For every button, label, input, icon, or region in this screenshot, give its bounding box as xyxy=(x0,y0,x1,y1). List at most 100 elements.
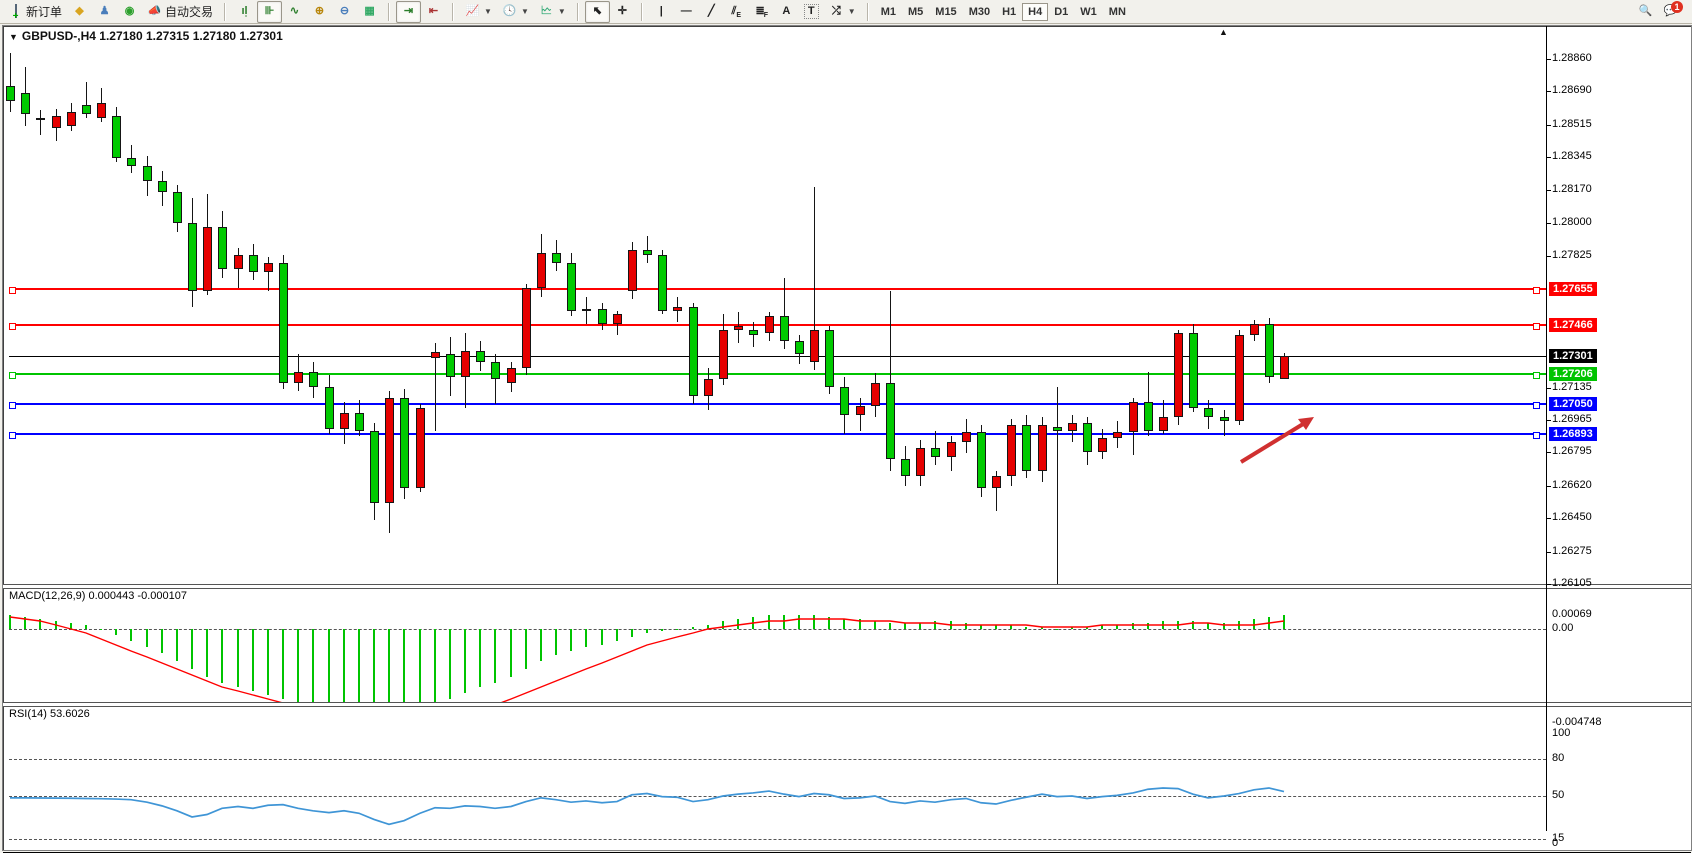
timeframe-d1[interactable]: D1 xyxy=(1048,3,1074,21)
autotrading-button[interactable]: 📣 自动交易 xyxy=(142,1,218,23)
timeframe-h4[interactable]: H4 xyxy=(1022,3,1048,21)
price-tick xyxy=(1546,91,1551,92)
price-axis-label: 1.26620 xyxy=(1552,479,1592,491)
level-handle[interactable] xyxy=(1533,287,1540,294)
text-button[interactable]: A xyxy=(774,1,799,23)
level-handle[interactable] xyxy=(9,402,16,409)
tile-windows-button[interactable]: ▦ xyxy=(357,1,382,23)
level-line-1.27301[interactable] xyxy=(9,356,1546,357)
timeframe-m30[interactable]: M30 xyxy=(963,3,996,21)
vertical-line-icon: | xyxy=(654,4,669,19)
macd-pane[interactable]: MACD(12,26,9) 0.000443 -0.000107 xyxy=(3,588,1546,702)
level-handle[interactable] xyxy=(9,372,16,379)
zoom-out-button[interactable]: ⊖ xyxy=(332,1,357,23)
candle-body xyxy=(158,181,167,192)
indicators-icon: 📈 xyxy=(465,4,480,19)
bar-chart-button[interactable]: ıl̩ xyxy=(232,1,257,23)
level-line-1.27050[interactable] xyxy=(9,403,1546,405)
fibonacci-button[interactable]: ≣F xyxy=(749,1,774,23)
auto-scroll-button[interactable]: ⇥ xyxy=(396,1,421,23)
chat-button[interactable]: 💬1 xyxy=(1658,1,1683,23)
zoom-in-button[interactable]: ⊕ xyxy=(307,1,332,23)
candle-body xyxy=(1038,425,1047,471)
vertical-line-button[interactable]: | xyxy=(649,1,674,23)
zoom-out-icon: ⊖ xyxy=(337,4,352,19)
candlestick-chart-button[interactable]: ⊪ xyxy=(257,1,282,23)
level-line-1.27655[interactable] xyxy=(9,288,1546,290)
timeframe-m1[interactable]: M1 xyxy=(875,3,902,21)
horizontal-line-button[interactable]: — xyxy=(674,1,699,23)
crosshair-icon: ✛ xyxy=(615,4,630,19)
templates-button[interactable]: 🗠▼ xyxy=(534,1,571,23)
macd-axis-label: 0.00 xyxy=(1552,622,1573,634)
price-tick xyxy=(1546,518,1551,519)
price-level-label: 1.27050 xyxy=(1549,397,1597,411)
candlestick-icon: ⊪ xyxy=(262,4,277,19)
level-handle[interactable] xyxy=(1533,402,1540,409)
signals-button[interactable]: ◉ xyxy=(117,1,142,23)
candle-body xyxy=(446,354,455,377)
rsi-axis-label: 80 xyxy=(1552,752,1564,764)
arrows-button[interactable]: ⤮▼ xyxy=(824,1,861,23)
timeframe-h1[interactable]: H1 xyxy=(996,3,1022,21)
metaeditor-button[interactable]: ◆ xyxy=(67,1,92,23)
channel-icon: ⫽E xyxy=(729,4,744,19)
candle-body xyxy=(188,223,197,292)
equidistant-channel-button[interactable]: ⫽E xyxy=(724,1,749,23)
candle-body xyxy=(931,448,940,458)
level-handle[interactable] xyxy=(1533,432,1540,439)
level-handle[interactable] xyxy=(1533,372,1540,379)
timeframe-mn[interactable]: MN xyxy=(1103,3,1132,21)
level-line-1.27206[interactable] xyxy=(9,373,1546,375)
level-line-1.27466[interactable] xyxy=(9,324,1546,326)
candle-body xyxy=(112,116,121,158)
dropdown-arrow-icon: ▼ xyxy=(521,7,529,16)
trend-line-button[interactable]: ╱ xyxy=(699,1,724,23)
indicators-button[interactable]: 📈▼ xyxy=(460,1,497,23)
timeframe-m5[interactable]: M5 xyxy=(902,3,929,21)
timeframe-w1[interactable]: W1 xyxy=(1074,3,1103,21)
rsi-axis-label: 50 xyxy=(1552,789,1564,801)
candle-body xyxy=(218,227,227,269)
price-tick xyxy=(1546,190,1551,191)
new-order-button[interactable]: + 新订单 xyxy=(3,1,67,23)
candle-body xyxy=(203,227,212,292)
candle-wick xyxy=(1224,410,1225,437)
chart-shift-button[interactable]: ⇤ xyxy=(421,1,446,23)
level-handle[interactable] xyxy=(9,287,16,294)
candle-body xyxy=(294,372,303,383)
toolbar-separator xyxy=(641,3,643,21)
cursor-button[interactable]: ⬉ xyxy=(585,1,610,23)
line-chart-button[interactable]: ∿ xyxy=(282,1,307,23)
search-button[interactable]: 🔍 xyxy=(1633,1,1658,23)
candle-body xyxy=(143,166,152,181)
candle-body xyxy=(1159,417,1168,430)
text-label-button[interactable]: T xyxy=(799,1,824,23)
level-handle[interactable] xyxy=(9,432,16,439)
price-tick xyxy=(1546,59,1551,60)
periods-button[interactable]: 🕓▼ xyxy=(497,1,534,23)
fibonacci-icon: ≣F xyxy=(754,4,769,19)
candle-body xyxy=(856,406,865,416)
timeframe-m15[interactable]: M15 xyxy=(929,3,962,21)
candle-body xyxy=(916,448,925,477)
level-handle[interactable] xyxy=(9,323,16,330)
chart-shift-icon: ⇤ xyxy=(426,4,441,19)
chart-window[interactable]: ▼GBPUSD-,H4 1.27180 1.27315 1.27180 1.27… xyxy=(2,25,1692,851)
macd-axis-label: 0.00069 xyxy=(1552,608,1592,620)
dropdown-arrow-icon: ▼ xyxy=(848,7,856,16)
rsi-pane[interactable]: RSI(14) 53.6026 xyxy=(3,706,1546,852)
annotation-arrow[interactable] xyxy=(1231,407,1331,477)
candle-body xyxy=(962,432,971,442)
profiles-button[interactable]: ♟ xyxy=(92,1,117,23)
dropdown-arrow-icon: ▼ xyxy=(558,7,566,16)
crosshair-button[interactable]: ✛ xyxy=(610,1,635,23)
candle-body xyxy=(1144,402,1153,431)
level-handle[interactable] xyxy=(1533,323,1540,330)
line-chart-icon: ∿ xyxy=(287,4,302,19)
price-tick xyxy=(1546,584,1551,585)
price-pane[interactable] xyxy=(3,26,1546,584)
candle-body xyxy=(431,352,440,358)
candle-body xyxy=(643,250,652,256)
price-axis-label: 1.28000 xyxy=(1552,216,1592,228)
